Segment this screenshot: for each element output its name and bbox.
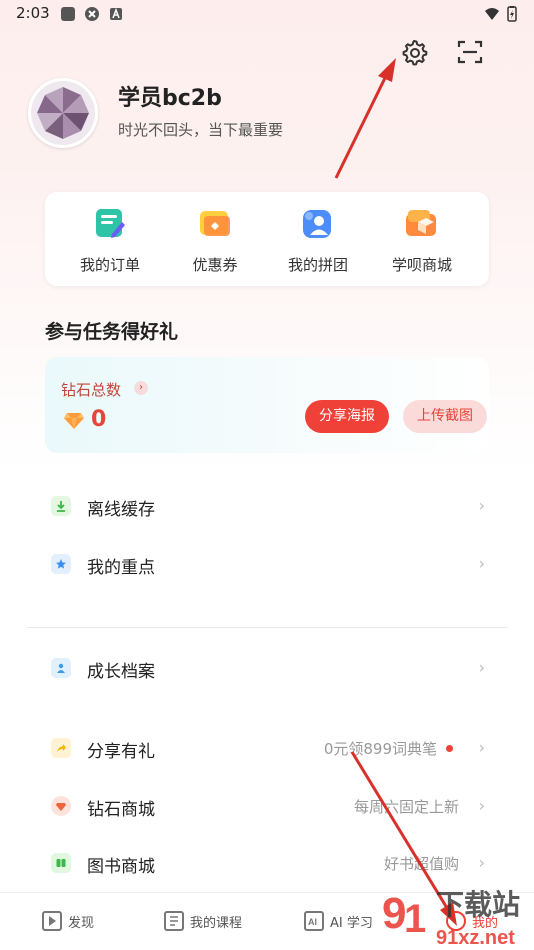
avatar-image (31, 81, 95, 145)
growth-record-label: 成长档案 (87, 662, 155, 682)
status-bar: 2:03 (0, 0, 534, 28)
play-icon (42, 911, 62, 931)
battery-icon (507, 6, 517, 22)
notification-square-icon (61, 7, 75, 21)
book-mall-subtitle: 好书超值购 (383, 855, 459, 873)
section-title-tasks: 参与任务得好礼 (45, 321, 179, 343)
star-icon (51, 554, 71, 574)
chevron-right-icon: › (478, 853, 485, 872)
app-a-icon (110, 7, 122, 20)
my-group-buy-button[interactable]: 我的拼团 (268, 206, 368, 275)
diamond-mall-icon (51, 796, 71, 816)
section-divider (27, 627, 508, 628)
chevron-right-icon: › (478, 554, 485, 573)
book-mall-label: 图书商城 (87, 857, 155, 877)
svg-text:1: 1 (404, 897, 426, 941)
upload-screenshot-button[interactable]: 上传截图 (403, 400, 487, 433)
xuebei-mall-label: 学呗商城 (391, 256, 452, 274)
gear-icon (402, 40, 428, 66)
share-gift-subtitle: 0元领899词典笔 (323, 740, 437, 758)
settings-button[interactable] (398, 36, 430, 68)
avatar[interactable] (28, 78, 98, 148)
menu-row-book-mall[interactable]: 图书商城 好书超值购 › (45, 843, 489, 883)
book-icon (51, 853, 71, 873)
nav-tab-my-courses[interactable]: 我的课程 (164, 911, 242, 931)
svg-text:AI: AI (308, 917, 317, 927)
diamond-total-link[interactable]: 钻石总数 (61, 379, 121, 400)
coupons-label: 优惠券 (192, 256, 238, 274)
svg-text:9: 9 (382, 889, 406, 938)
nav-my-courses-label: 我的课程 (190, 915, 243, 931)
coupons-button[interactable]: 优惠券 (165, 206, 265, 275)
diamond-count: 0 (91, 407, 107, 432)
menu-row-growth-record[interactable]: 成长档案 › (45, 648, 489, 688)
group-buy-icon (300, 206, 336, 242)
profile-motto: 时光不回头，当下最重要 (118, 121, 284, 139)
menu-row-share-gift[interactable]: 分享有礼 0元领899词典笔 › (45, 728, 489, 768)
my-highlights-label: 我的重点 (87, 558, 155, 578)
order-icon (92, 206, 128, 242)
scan-button[interactable] (454, 36, 486, 68)
status-time: 2:03 (16, 4, 50, 22)
menu-row-diamond-mall[interactable]: 钻石商城 每周六固定上新 › (45, 786, 489, 826)
ai-icon: AI (304, 911, 324, 931)
coupon-icon (197, 206, 233, 242)
share-icon (51, 738, 71, 758)
my-orders-button[interactable]: 我的订单 (60, 206, 160, 275)
username[interactable]: 学员bc2b (118, 80, 222, 112)
chevron-right-icon: › (478, 738, 485, 757)
share-gift-label: 分享有礼 (87, 742, 155, 762)
my-group-buy-label: 我的拼团 (287, 256, 348, 274)
download-icon (51, 496, 71, 516)
diamond-mall-subtitle: 每周六固定上新 (353, 798, 459, 816)
nav-ai-study-label: AI 学习 (330, 915, 373, 931)
chevron-right-icon: › (478, 658, 485, 677)
offline-cache-label: 离线缓存 (87, 500, 155, 520)
diamond-card: 钻石总数 › 0 分享海报 上传截图 (45, 357, 489, 453)
menu-row-offline-cache[interactable]: 离线缓存 › (45, 486, 489, 526)
watermark-logo: 9 1 下载站 91xz.net (380, 884, 534, 950)
nav-discover-label: 发现 (68, 915, 95, 931)
chevron-right-icon: › (478, 496, 485, 515)
diamond-icon (64, 413, 84, 429)
scan-icon (457, 40, 483, 64)
chevron-right-icon: › (134, 381, 148, 395)
wifi-icon (485, 8, 499, 20)
menu-row-my-highlights[interactable]: 我的重点 › (45, 544, 489, 584)
xuebei-mall-button[interactable]: 学呗商城 (372, 206, 472, 275)
nav-tab-ai-study[interactable]: AI AI 学习 (304, 911, 373, 931)
svg-text:下载站: 下载站 (436, 888, 520, 921)
svg-text:91xz.net: 91xz.net (436, 927, 515, 949)
quick-actions-card: 我的订单 优惠券 我的拼团 学呗商城 (45, 192, 489, 286)
mall-icon (404, 206, 440, 242)
nav-tab-discover[interactable]: 发现 (42, 911, 94, 931)
share-poster-button[interactable]: 分享海报 (305, 400, 389, 433)
diamond-mall-label: 钻石商城 (87, 800, 155, 820)
my-orders-label: 我的订单 (79, 256, 140, 274)
course-list-icon (164, 911, 184, 931)
app-notification-icon (85, 7, 99, 21)
chevron-right-icon: › (478, 796, 485, 815)
profile-card-icon (51, 658, 71, 678)
new-badge-dot (446, 745, 453, 752)
